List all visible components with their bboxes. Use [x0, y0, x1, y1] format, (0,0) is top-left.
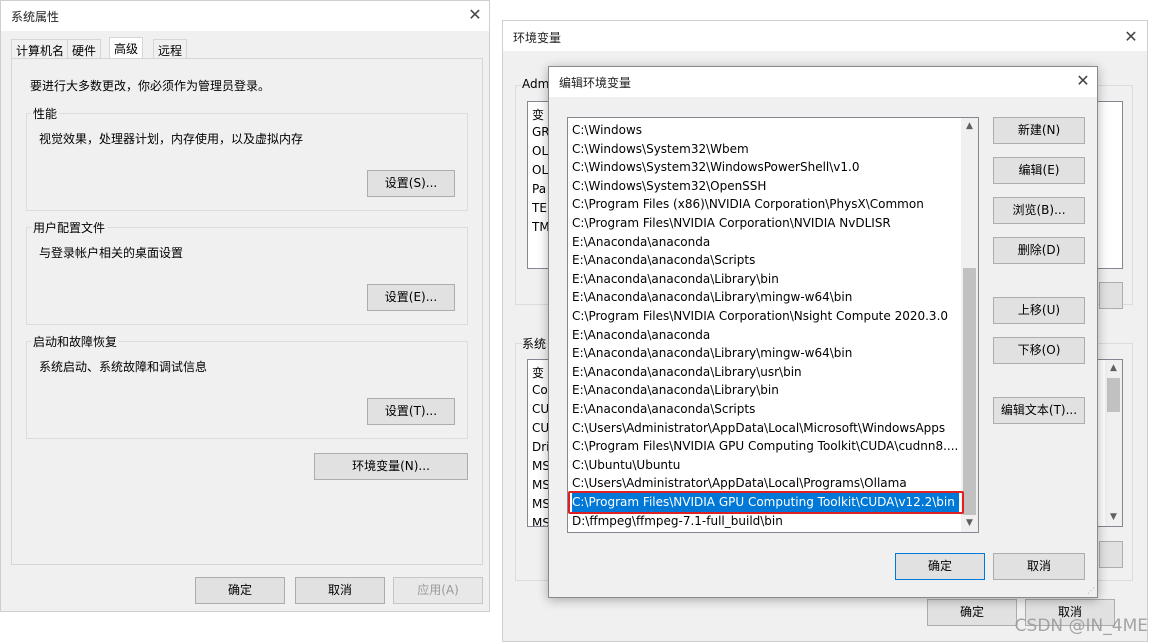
- edit-text-button[interactable]: 编辑文本(T)...: [993, 397, 1085, 424]
- path-list-item[interactable]: E:\Anaconda\anaconda\Scripts: [572, 251, 959, 270]
- tab-hardware[interactable]: 硬件: [67, 39, 102, 59]
- window-title: 系统属性: [11, 10, 60, 24]
- scroll-up-icon[interactable]: ▲: [1105, 360, 1122, 377]
- path-list-item[interactable]: C:\Program Files\NVIDIA GPU Computing To…: [572, 437, 959, 456]
- dialog-cancel-button[interactable]: 取消: [993, 553, 1085, 580]
- list-item[interactable]: CU: [532, 421, 549, 435]
- path-list-item[interactable]: C:\Program Files (x86)\NVIDIA Corporatio…: [572, 195, 959, 214]
- window-title: 环境变量: [513, 31, 562, 45]
- edit-button[interactable]: 编辑(E): [993, 157, 1085, 184]
- startup-recovery-settings-button[interactable]: 设置(T)...: [367, 398, 455, 425]
- new-button[interactable]: 新建(N): [993, 117, 1085, 144]
- scroll-down-icon[interactable]: ▼: [961, 515, 978, 532]
- performance-settings-button[interactable]: 设置(S)...: [367, 170, 455, 197]
- watermark: CSDN @IN_4ME: [1014, 616, 1148, 636]
- scrollbar-thumb[interactable]: [963, 268, 976, 515]
- path-list-item[interactable]: D:\ffmpeg\ffmpeg-7.1-full_build\bin: [572, 512, 959, 531]
- tab-computer-name[interactable]: 计算机名: [11, 39, 70, 59]
- move-down-button[interactable]: 下移(O): [993, 337, 1085, 364]
- user-profiles-group: 用户配置文件 与登录帐户相关的桌面设置 设置(E)...: [26, 219, 468, 325]
- dialog-ok-button[interactable]: 确定: [895, 553, 985, 580]
- startup-recovery-group: 启动和故障恢复 系统启动、系统故障和调试信息 设置(T)...: [26, 333, 468, 439]
- close-icon[interactable]: ✕: [1123, 29, 1139, 45]
- browse-button[interactable]: 浏览(B)...: [993, 197, 1085, 224]
- list-item[interactable]: Co: [532, 383, 548, 397]
- user-variable-button[interactable]: [1099, 282, 1123, 309]
- path-list-item[interactable]: E:\Anaconda\anaconda\Library\usr\bin: [572, 363, 959, 382]
- selected-path-highlight: [568, 491, 964, 514]
- close-icon[interactable]: ✕: [1075, 73, 1091, 89]
- path-list-item[interactable]: C:\Windows\System32\OpenSSH: [572, 177, 959, 196]
- path-list-item[interactable]: E:\Anaconda\anaconda: [572, 233, 959, 252]
- system-properties-titlebar: 系统属性 ✕: [1, 1, 489, 31]
- startup-recovery-desc: 系统启动、系统故障和调试信息: [39, 360, 208, 374]
- scroll-down-icon[interactable]: ▼: [1105, 509, 1122, 526]
- close-icon[interactable]: ✕: [467, 7, 483, 23]
- system-variables-scrollbar[interactable]: ▲ ▼: [1105, 360, 1122, 526]
- performance-group: 性能 视觉效果，处理器计划，内存使用，以及虚拟内存 设置(S)...: [26, 105, 468, 211]
- path-list-item[interactable]: E:\Anaconda\anaconda\Library\bin: [572, 381, 959, 400]
- path-list-item[interactable]: E:\Anaconda\anaconda\Library\mingw-w64\b…: [572, 344, 959, 363]
- user-profiles-desc: 与登录帐户相关的桌面设置: [39, 246, 184, 260]
- list-item[interactable]: OL: [532, 144, 548, 158]
- list-item[interactable]: OL: [532, 163, 548, 177]
- edit-environment-variable-dialog: 编辑环境变量 ✕ C:\Windows C:\Windows\System32\W…: [548, 66, 1098, 598]
- path-list-item[interactable]: C:\Program Files\NVIDIA Corporation\Nsig…: [572, 307, 959, 326]
- list-item[interactable]: TE: [532, 201, 547, 215]
- ok-button[interactable]: 确定: [195, 577, 285, 604]
- path-list-item[interactable]: C:\Program Files\NVIDIA Corporation\NVID…: [572, 214, 959, 233]
- user-variables-label: Adm: [522, 77, 550, 91]
- tab-advanced[interactable]: 高级: [109, 37, 144, 59]
- system-properties-window: 系统属性 ✕ 计算机名 硬件 高级 远程 要进行大多数更改，你必须作为管理员登录…: [0, 0, 490, 612]
- performance-desc: 视觉效果，处理器计划，内存使用，以及虚拟内存: [39, 132, 304, 146]
- path-list-item[interactable]: C:\Ubuntu\Ubuntu: [572, 456, 959, 475]
- move-up-button[interactable]: 上移(U): [993, 297, 1085, 324]
- list-item[interactable]: Dri: [532, 440, 550, 454]
- path-list[interactable]: C:\Windows C:\Windows\System32\Wbem C:\Win…: [567, 117, 979, 533]
- list-item[interactable]: Pa: [532, 182, 546, 196]
- scrollbar-thumb[interactable]: [1107, 378, 1120, 412]
- list-item[interactable]: 变: [532, 364, 544, 381]
- tab-remote[interactable]: 远程: [153, 39, 188, 59]
- delete-button[interactable]: 删除(D): [993, 237, 1085, 264]
- scroll-up-icon[interactable]: ▲: [961, 118, 978, 135]
- admin-note: 要进行大多数更改，你必须作为管理员登录。: [30, 79, 271, 93]
- dialog-title: 编辑环境变量: [559, 76, 632, 90]
- list-item[interactable]: CU: [532, 402, 549, 416]
- path-list-item[interactable]: C:\Users\Administrator\AppData\Local\Mic…: [572, 419, 959, 438]
- path-list-item[interactable]: E:\Anaconda\anaconda: [572, 326, 959, 345]
- list-item[interactable]: 变: [532, 106, 544, 123]
- env-ok-button[interactable]: 确定: [927, 599, 1017, 626]
- performance-label: 性能: [31, 105, 60, 122]
- user-profiles-label: 用户配置文件: [31, 219, 108, 236]
- path-list-item[interactable]: C:\Windows\System32\Wbem: [572, 140, 959, 159]
- edit-dialog-titlebar: 编辑环境变量 ✕: [549, 67, 1097, 97]
- path-list-scrollbar[interactable]: ▲ ▼: [961, 118, 978, 532]
- environment-variables-button[interactable]: 环境变量(N)...: [314, 453, 468, 480]
- system-variable-button[interactable]: [1099, 541, 1123, 568]
- tab-panel: 要进行大多数更改，你必须作为管理员登录。 性能 视觉效果，处理器计划，内存使用，…: [11, 58, 483, 565]
- path-list-item[interactable]: C:\Windows: [572, 121, 959, 140]
- path-list-item[interactable]: E:\Anaconda\anaconda\Library\bin: [572, 270, 959, 289]
- startup-recovery-label: 启动和故障恢复: [31, 333, 120, 350]
- cancel-button[interactable]: 取消: [295, 577, 385, 604]
- system-variables-label: 系统: [522, 335, 547, 352]
- list-item[interactable]: GR: [532, 125, 550, 139]
- resize-grip-icon[interactable]: ⋰: [1087, 586, 1095, 595]
- path-list-item[interactable]: C:\Windows\System32\WindowsPowerShell\v1…: [572, 158, 959, 177]
- apply-button[interactable]: 应用(A): [393, 577, 483, 604]
- user-profiles-settings-button[interactable]: 设置(E)...: [367, 284, 455, 311]
- path-list-item[interactable]: E:\Anaconda\anaconda\Scripts: [572, 400, 959, 419]
- path-list-item[interactable]: E:\Anaconda\anaconda\Library\mingw-w64\b…: [572, 288, 959, 307]
- environment-variables-titlebar: 环境变量 ✕: [503, 21, 1147, 51]
